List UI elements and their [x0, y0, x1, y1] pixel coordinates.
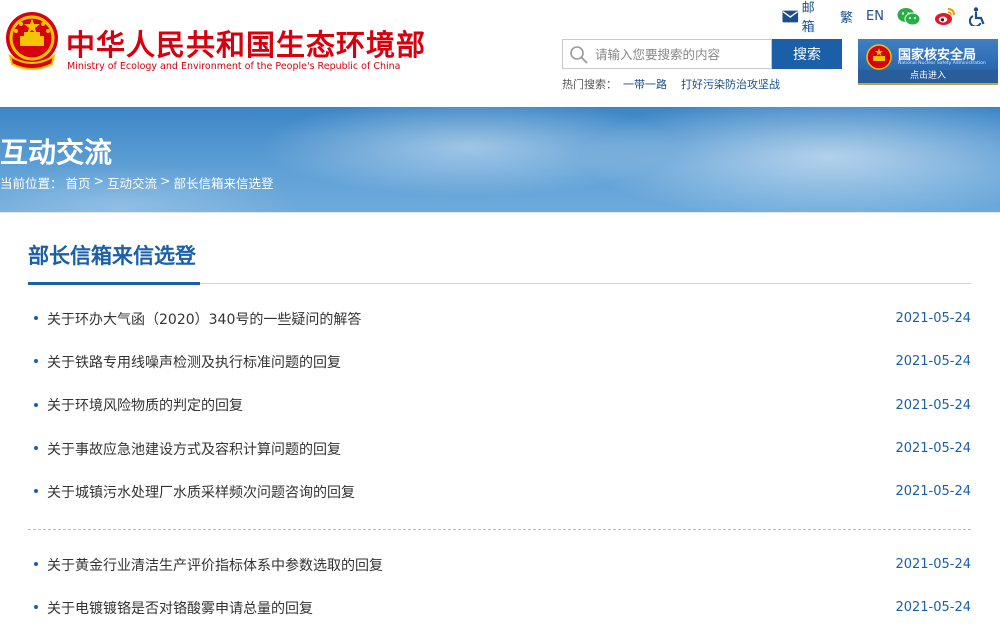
- national-emblem-icon[interactable]: [4, 10, 60, 72]
- list-item[interactable]: 关于黄金行业清洁生产评价指标体系中参数选取的回复 2021-05-24: [28, 543, 971, 586]
- bullet-icon: [34, 316, 38, 320]
- accessibility-link[interactable]: [969, 6, 987, 26]
- nnsa-name-en: National Nuclear Safety Administration: [898, 61, 986, 66]
- site-header: 中华人民共和国生态环境部 Ministry of Ecology and Env…: [0, 0, 1000, 107]
- list-item-date: 2021-05-24: [895, 311, 971, 327]
- list-item-date: 2021-05-24: [895, 397, 971, 413]
- breadcrumb-current[interactable]: 部长信箱来信选登: [174, 173, 274, 192]
- bullet-icon: [34, 489, 38, 494]
- english-link[interactable]: EN: [866, 9, 884, 24]
- weibo-link[interactable]: [934, 7, 956, 26]
- list-item-title[interactable]: 关于环境风险物质的判定的回复: [47, 395, 243, 415]
- list-item[interactable]: 关于环办大气函（2020）340号的一些疑问的解答 2021-05-24: [28, 297, 971, 340]
- list-item-title[interactable]: 关于环办大气函（2020）340号的一些疑问的解答: [47, 309, 361, 329]
- wechat-icon: [897, 7, 921, 25]
- hot-link-belt-road[interactable]: 一带一路: [623, 76, 667, 92]
- section-title: 部长信箱来信选登: [28, 244, 196, 268]
- group-divider: [28, 529, 971, 530]
- page-title: 互动交流: [0, 136, 113, 169]
- hot-link-pollution[interactable]: 打好污染防治攻坚战: [681, 76, 780, 92]
- bullet-icon: [34, 445, 38, 450]
- traditional-label: 繁: [840, 10, 854, 26]
- list-item-date: 2021-05-24: [895, 557, 971, 573]
- list-item-date: 2021-05-24: [895, 354, 971, 370]
- search-icon: [570, 46, 588, 64]
- list-item-title[interactable]: 关于黄金行业清洁生产评价指标体系中参数选取的回复: [47, 555, 383, 575]
- weibo-icon: [935, 7, 955, 25]
- list-item-title[interactable]: 关于电镀镀铬是否对铬酸雾申请总量的回复: [47, 598, 313, 618]
- hot-search: 热门搜索： 一带一路 打好污染防治攻坚战: [562, 76, 788, 92]
- top-links: 邮箱 繁 EN: [782, 1, 1000, 35]
- list-item[interactable]: 关于事故应急池建设方式及容积计算问题的回复 2021-05-24: [28, 427, 971, 470]
- breadcrumb-label: 当前位置：: [0, 176, 63, 191]
- breadcrumb-interaction[interactable]: 互动交流: [107, 173, 157, 192]
- list-item-title[interactable]: 关于城镇污水处理厂水质采样频次问题咨询的回复: [47, 482, 355, 502]
- list-item-date: 2021-05-24: [895, 484, 971, 500]
- breadcrumb-separator: >: [160, 173, 171, 188]
- search-button[interactable]: 搜索: [772, 39, 842, 69]
- search-input[interactable]: [595, 41, 769, 67]
- site-title-en[interactable]: Ministry of Ecology and Environment of t…: [67, 61, 401, 72]
- list-item[interactable]: 关于城镇污水处理厂水质采样频次问题咨询的回复 2021-05-24: [28, 470, 971, 513]
- bullet-icon: [34, 605, 38, 610]
- traditional-chinese-link[interactable]: 繁: [840, 7, 853, 26]
- list-item-title[interactable]: 关于事故应急池建设方式及容积计算问题的回复: [47, 439, 341, 459]
- list-item-title[interactable]: 关于铁路专用线噪声检测及执行标准问题的回复: [47, 352, 341, 372]
- english-label: EN: [866, 8, 884, 24]
- nnsa-banner-link[interactable]: 国家核安全局 National Nuclear Safety Administr…: [858, 39, 998, 85]
- bullet-icon: [34, 359, 38, 364]
- section-divider-accent: [28, 282, 200, 285]
- list-item[interactable]: 关于电镀镀铬是否对铬酸雾申请总量的回复 2021-05-24: [28, 586, 971, 626]
- bullet-icon: [34, 562, 38, 566]
- list-item[interactable]: 关于铁路专用线噪声检测及执行标准问题的回复 2021-05-24: [28, 340, 971, 383]
- content-panel: 部长信箱来信选登 关于环办大气函（2020）340号的一些疑问的解答 2021-0…: [0, 212, 1000, 626]
- nnsa-emblem-icon: [866, 44, 892, 70]
- mail-link[interactable]: 邮箱: [782, 0, 827, 35]
- nnsa-enter-label: 点击进入: [858, 70, 998, 83]
- bullet-icon: [34, 402, 38, 407]
- letter-list-group-2: 关于黄金行业清洁生产评价指标体系中参数选取的回复 2021-05-24 关于电镀镀…: [28, 543, 971, 626]
- breadcrumb-separator: >: [93, 173, 105, 188]
- list-item[interactable]: 关于环境风险物质的判定的回复 2021-05-24: [28, 384, 971, 427]
- breadcrumb-home[interactable]: 首页: [66, 173, 91, 192]
- wechat-link[interactable]: [897, 7, 921, 26]
- list-item-date: 2021-05-24: [895, 441, 971, 457]
- list-item-date: 2021-05-24: [895, 600, 971, 616]
- mail-icon: [782, 10, 799, 22]
- letter-list-group-1: 关于环办大气函（2020）340号的一些疑问的解答 2021-05-24 关于铁路…: [28, 297, 971, 513]
- hot-search-label: 热门搜索：: [562, 78, 617, 91]
- search-box: [562, 39, 772, 69]
- site-title-cn[interactable]: 中华人民共和国生态环境部: [66, 22, 426, 64]
- breadcrumb: 当前位置： 首页 > 互动交流 > 部长信箱来信选登: [0, 173, 277, 192]
- accessibility-icon: [969, 6, 985, 26]
- mail-label: 邮箱: [801, 1, 815, 35]
